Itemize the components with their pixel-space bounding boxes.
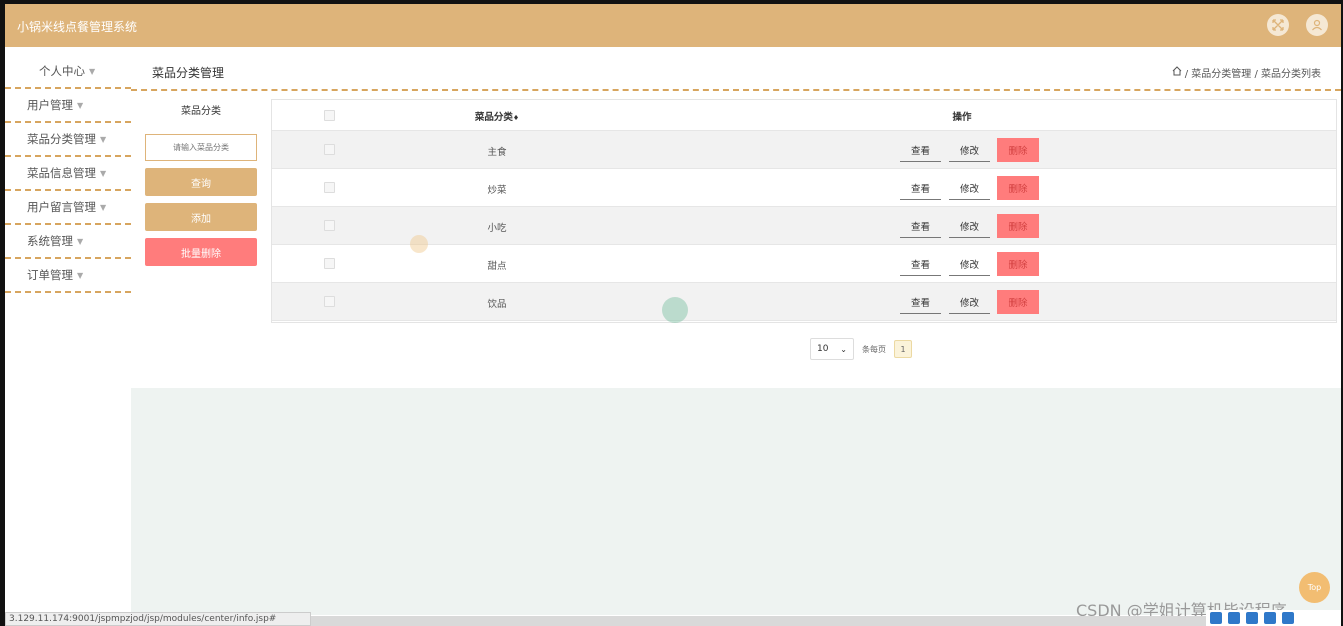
- chevron-down-icon: ▼: [100, 134, 107, 144]
- category-table: 菜品分类♦ 操作 主食 查看 修改 删除 炒菜 查看 修改 删除 小吃 查看 修…: [271, 99, 1337, 323]
- row-checkbox[interactable]: [324, 220, 335, 231]
- delete-button[interactable]: 删除: [997, 176, 1039, 200]
- user-icon[interactable]: [1306, 14, 1328, 36]
- sidebar-item-label: 用户管理: [27, 98, 73, 112]
- search-form: 菜品分类 查询 添加 批量删除: [145, 98, 257, 266]
- add-button[interactable]: 添加: [145, 203, 257, 231]
- search-label: 菜品分类: [181, 106, 221, 117]
- tray-app-icon[interactable]: [1264, 612, 1276, 624]
- view-button[interactable]: 查看: [900, 176, 941, 200]
- sidebar-item-order-management[interactable]: 订单管理 ▼: [5, 259, 131, 293]
- view-button[interactable]: 查看: [900, 252, 941, 276]
- page-size-value: 10: [817, 344, 829, 354]
- delete-button[interactable]: 删除: [997, 252, 1039, 276]
- row-checkbox[interactable]: [324, 144, 335, 155]
- chevron-down-icon: ▼: [77, 100, 84, 110]
- fullscreen-icon[interactable]: [1267, 14, 1289, 36]
- page-number-button[interactable]: 1: [894, 340, 912, 358]
- table-row: 小吃 查看 修改 删除: [272, 207, 1336, 245]
- tray-app-icon[interactable]: [1246, 612, 1258, 624]
- click-indicator: [662, 297, 688, 323]
- edit-button[interactable]: 修改: [949, 214, 990, 238]
- delete-button[interactable]: 删除: [997, 214, 1039, 238]
- table-row: 饮品 查看 修改 删除: [272, 283, 1336, 321]
- tray-app-icon[interactable]: [1210, 612, 1222, 624]
- chevron-down-icon: ▼: [77, 236, 84, 246]
- breadcrumb: / 菜品分类管理 / 菜品分类列表: [1172, 65, 1321, 80]
- column-header-ops: 操作: [952, 112, 972, 123]
- main-header: 菜品分类管理 / 菜品分类管理 / 菜品分类列表: [131, 55, 1341, 91]
- sidebar-item-user-management[interactable]: 用户管理 ▼: [5, 89, 131, 123]
- table-row: 炒菜 查看 修改 删除: [272, 169, 1336, 207]
- content-background-panel: [131, 388, 1341, 615]
- column-header-label: 菜品分类: [474, 112, 513, 123]
- table-row: 甜点 查看 修改 删除: [272, 245, 1336, 283]
- sidebar-item-system-management[interactable]: 系统管理 ▼: [5, 225, 131, 259]
- row-checkbox[interactable]: [324, 296, 335, 307]
- sidebar: 个人中心 ▼ 用户管理 ▼ 菜品分类管理 ▼ 菜品信息管理 ▼ 用户留言管理 ▼ 系统管理…: [5, 55, 131, 293]
- back-to-top-button[interactable]: Top: [1299, 572, 1330, 603]
- sidebar-item-label: 菜品分类管理: [27, 132, 96, 146]
- edit-button[interactable]: 修改: [949, 138, 990, 162]
- page-title: 菜品分类管理: [152, 66, 225, 80]
- edit-button[interactable]: 修改: [949, 252, 990, 276]
- home-icon[interactable]: [1172, 66, 1182, 79]
- breadcrumb-path[interactable]: / 菜品分类管理 / 菜品分类列表: [1185, 65, 1321, 80]
- sidebar-item-label: 用户留言管理: [27, 200, 96, 214]
- sort-icon: ♦: [512, 114, 520, 122]
- mouse-cursor-highlight: [410, 235, 428, 253]
- column-header-category[interactable]: 菜品分类♦: [447, 109, 547, 123]
- sidebar-item-label: 个人中心: [39, 64, 85, 78]
- table-row: 主食 查看 修改 删除: [272, 131, 1336, 169]
- view-button[interactable]: 查看: [900, 290, 941, 314]
- row-checkbox[interactable]: [324, 182, 335, 193]
- query-button[interactable]: 查询: [145, 168, 257, 196]
- tray-app-icon[interactable]: [1228, 612, 1240, 624]
- sidebar-item-message-management[interactable]: 用户留言管理 ▼: [5, 191, 131, 225]
- chevron-down-icon: ▼: [100, 168, 107, 178]
- search-input[interactable]: [145, 134, 257, 161]
- chevron-down-icon: ▼: [89, 66, 96, 76]
- view-button[interactable]: 查看: [900, 138, 941, 162]
- per-page-label: 条每页: [862, 344, 886, 354]
- chevron-down-icon: ⌄: [840, 344, 847, 354]
- sidebar-item-personal-center[interactable]: 个人中心 ▼: [5, 55, 131, 89]
- table-header-row: 菜品分类♦ 操作: [272, 100, 1336, 131]
- chevron-down-icon: ▼: [77, 270, 84, 280]
- category-name-cell: 甜点: [487, 261, 507, 272]
- delete-button[interactable]: 删除: [997, 138, 1039, 162]
- category-name-cell: 主食: [487, 147, 507, 158]
- select-all-checkbox[interactable]: [324, 110, 335, 121]
- sidebar-item-dish-info-management[interactable]: 菜品信息管理 ▼: [5, 157, 131, 191]
- page-size-select[interactable]: 10 ⌄: [810, 338, 854, 360]
- chevron-down-icon: ▼: [100, 202, 107, 212]
- delete-button[interactable]: 删除: [997, 290, 1039, 314]
- category-name-cell: 小吃: [487, 223, 507, 234]
- sidebar-item-label: 订单管理: [27, 268, 73, 282]
- pagination: 10 ⌄ 条每页 1: [810, 338, 912, 360]
- horizontal-scrollbar[interactable]: [311, 616, 1206, 626]
- category-name-cell: 炒菜: [487, 185, 507, 196]
- row-checkbox[interactable]: [324, 258, 335, 269]
- sidebar-item-label: 菜品信息管理: [27, 166, 96, 180]
- edit-button[interactable]: 修改: [949, 176, 990, 200]
- tray-app-icon[interactable]: [1282, 612, 1294, 624]
- category-name-cell: 饮品: [487, 299, 507, 310]
- system-tray: [1206, 610, 1341, 626]
- sidebar-item-dish-category-management[interactable]: 菜品分类管理 ▼: [5, 123, 131, 157]
- top-navbar: 小锅米线点餐管理系统: [5, 4, 1341, 47]
- app-title: 小锅米线点餐管理系统: [17, 20, 138, 34]
- view-button[interactable]: 查看: [900, 214, 941, 238]
- batch-delete-button[interactable]: 批量删除: [145, 238, 257, 266]
- browser-status-url: 3.129.11.174:9001/jspmpzjod/jsp/modules/…: [5, 612, 311, 626]
- edit-button[interactable]: 修改: [949, 290, 990, 314]
- sidebar-item-label: 系统管理: [27, 234, 73, 248]
